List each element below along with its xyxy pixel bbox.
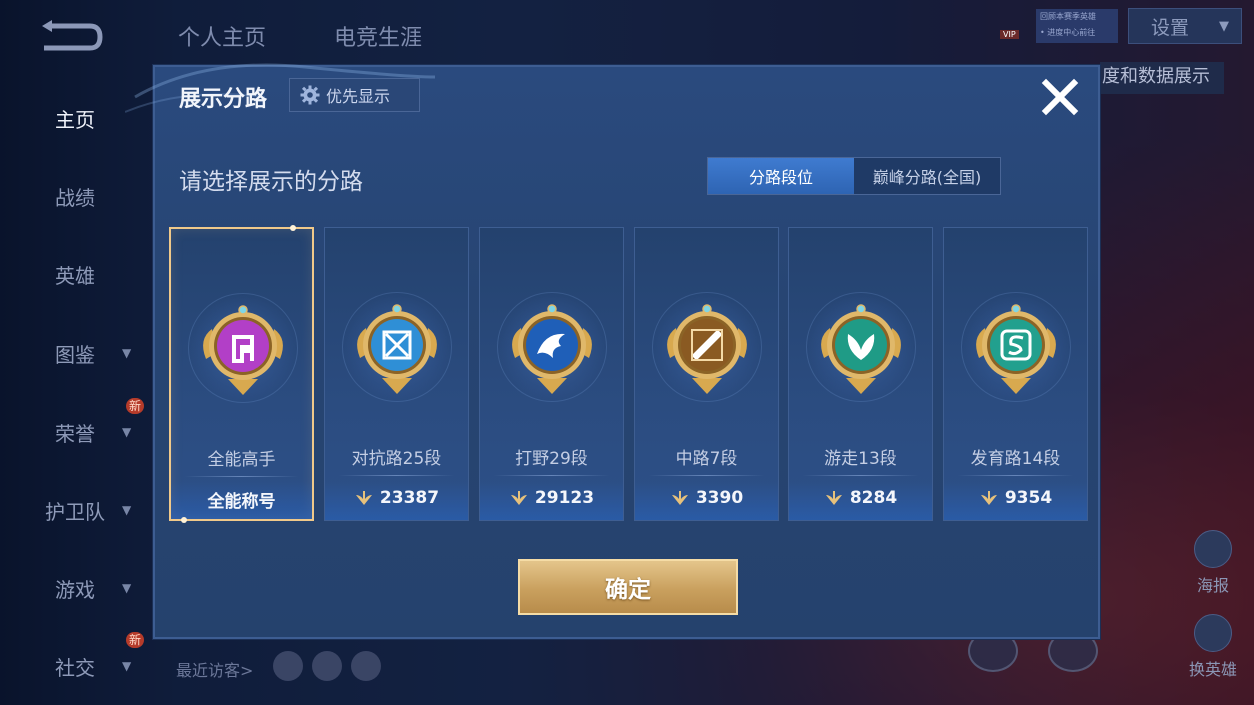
sidebar-item-label: 护卫队 [45, 499, 105, 524]
chevron-down-icon: ▼ [1219, 18, 1229, 34]
chevron-down-icon: ▼ [122, 425, 132, 439]
card-jungle[interactable]: 打野29段 29123 [479, 227, 624, 521]
new-badge: 新 [126, 398, 145, 414]
lane-badge-icon [512, 304, 592, 394]
new-badge: 新 [126, 632, 145, 648]
lane-rank-label: 对抗路25段 [351, 449, 442, 469]
back-arrow-icon[interactable] [38, 20, 104, 54]
settings-label: 设置 [1151, 16, 1190, 39]
card-divider [958, 475, 1073, 476]
power-wing-icon [355, 491, 372, 505]
card-divider [339, 475, 454, 476]
poster-label: 海报 [1196, 576, 1229, 595]
lane-badge-icon [357, 304, 437, 394]
tab-personal-home[interactable]: 个人主页 [178, 20, 266, 52]
vip-badge: VIP [1000, 30, 1019, 39]
lane-score-value: 29123 [534, 488, 595, 508]
power-wing-icon [825, 491, 842, 505]
power-wing-icon [510, 491, 527, 505]
sidebar-item-label: 游戏 [55, 577, 95, 602]
lane-score-value: 9354 [1004, 488, 1053, 508]
settings-dropdown[interactable]: 设置 ▼ [1128, 8, 1242, 44]
card-divider [185, 476, 298, 477]
gear-icon [300, 85, 320, 105]
selection-corner-dot [290, 225, 296, 231]
sidebar-item-gallery[interactable]: 图鉴 ▼ [0, 333, 150, 373]
sidebar-item-label: 图鉴 [55, 342, 95, 367]
lane-score: 3390 [635, 485, 778, 511]
hero-swap-icon [1194, 614, 1232, 652]
poster-button[interactable]: 海报 [1188, 530, 1238, 596]
lane-rank-label: 中路7段 [675, 449, 738, 469]
tab-esports-career[interactable]: 电竞生涯 [334, 20, 422, 52]
lane-score-value: 全能称号 [207, 491, 276, 512]
lane-badge-icon [821, 304, 901, 394]
lane-rank-label: 全能高手 [207, 450, 276, 470]
lane-score-value: 3390 [695, 488, 744, 508]
lane-display-modal: 展示分路 优先显示 请选择展示的分路 分路段位 巅峰分路(全国) 全能高手全能称… [125, 63, 1100, 639]
lane-rank-label: 发育路14段 [970, 449, 1061, 469]
change-hero-label: 换英雄 [1188, 660, 1237, 679]
chevron-down-icon: ▼ [122, 581, 132, 595]
data-display-label: 度和数据展示 [1100, 62, 1224, 94]
notice-line-1: 回顾本赛季英雄 [1040, 12, 1096, 21]
tab-peak-lane-national[interactable]: 巅峰分路(全国) [854, 158, 1000, 194]
sidebar-item-social[interactable]: 社交 新 ▼ [0, 632, 150, 686]
card-mid-lane[interactable]: 中路7段 3390 [634, 227, 779, 521]
sidebar-item-label: 主页 [55, 107, 95, 132]
lane-score: 23387 [325, 485, 468, 511]
card-roam[interactable]: 游走13段 8284 [788, 227, 933, 521]
sidebar-item-label: 英雄 [55, 263, 95, 288]
lane-score-value: 8284 [849, 488, 898, 508]
card-farm-lane[interactable]: 发育路14段 9354 [943, 227, 1088, 521]
card-clash-lane[interactable]: 对抗路25段 23387 [324, 227, 469, 521]
poster-icon [1194, 530, 1232, 568]
card-divider [494, 475, 609, 476]
recent-visitors-link[interactable]: 最近访客> [176, 657, 253, 681]
sidebar-item-games[interactable]: 游戏 ▼ [0, 568, 150, 608]
priority-label: 优先显示 [326, 87, 391, 106]
lane-score: 29123 [480, 485, 623, 511]
lane-badge-icon [667, 304, 747, 394]
selection-corner-dot [181, 517, 187, 523]
sidebar-item-label: 战绩 [55, 185, 95, 210]
lane-score: 全能称号 [171, 486, 312, 512]
lane-badge-icon [976, 304, 1056, 394]
chevron-down-icon: ▼ [122, 659, 132, 673]
close-icon[interactable] [1040, 77, 1080, 117]
visitor-avatar[interactable] [351, 651, 381, 681]
season-review-notice[interactable]: 回顾本赛季英雄 • 进度中心前往 [1036, 9, 1118, 43]
lane-rank-label: 游走13段 [824, 449, 897, 469]
card-all-rounder[interactable]: 全能高手 全能称号 [169, 225, 314, 523]
power-wing-icon [980, 491, 997, 505]
chevron-down-icon: ▼ [122, 346, 132, 360]
card-divider [649, 475, 764, 476]
sidebar-item-label: 社交 [55, 655, 95, 680]
sidebar-item-honors[interactable]: 荣誉 新 ▼ [0, 398, 150, 452]
tab-lane-rank[interactable]: 分路段位 [708, 158, 854, 194]
visitor-avatar[interactable] [312, 651, 342, 681]
visitor-avatar[interactable] [273, 651, 303, 681]
lane-score: 8284 [789, 485, 932, 511]
sidebar-item-records[interactable]: 战绩 [0, 176, 150, 216]
modal-title: 展示分路 [179, 87, 268, 112]
sidebar-item-guard[interactable]: 护卫队 ▼ [0, 490, 150, 530]
lane-score-value: 23387 [379, 488, 440, 508]
change-hero-button[interactable]: 换英雄 [1188, 614, 1238, 680]
sidebar-item-label: 荣誉 [55, 421, 95, 446]
priority-display-button[interactable]: 优先显示 [289, 78, 420, 112]
card-divider [803, 475, 918, 476]
power-wing-icon [671, 491, 688, 505]
lane-mode-switch: 分路段位 巅峰分路(全国) [707, 157, 1001, 195]
sidebar-item-heroes[interactable]: 英雄 [0, 254, 150, 294]
lane-score: 9354 [944, 485, 1087, 511]
select-lane-prompt: 请选择展示的分路 [179, 169, 363, 195]
lane-rank-label: 打野29段 [515, 449, 588, 469]
notice-line-2: • 进度中心前往 [1040, 28, 1096, 37]
lane-badge-icon [203, 305, 283, 395]
confirm-button[interactable]: 确定 [518, 559, 738, 615]
chevron-down-icon: ▼ [122, 503, 132, 517]
